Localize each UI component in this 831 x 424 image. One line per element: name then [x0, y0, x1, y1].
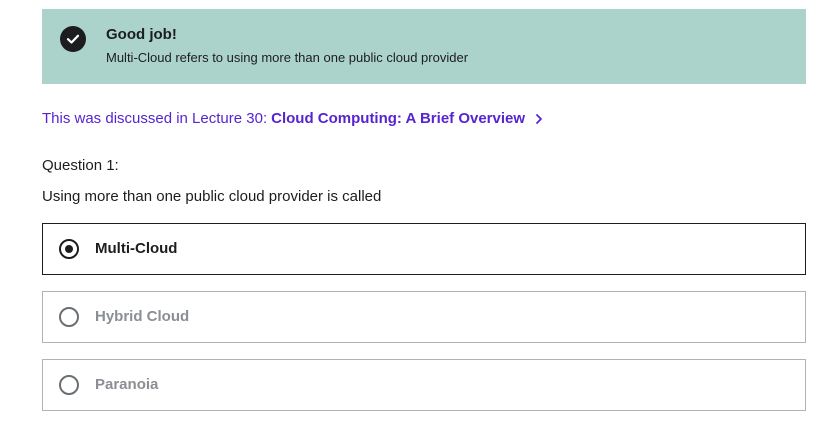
- chevron-right-icon[interactable]: [535, 113, 543, 125]
- feedback-title: Good job!: [106, 26, 177, 43]
- answer-option-multi-cloud[interactable]: Multi-Cloud: [42, 223, 806, 275]
- lecture-reference-prefix: This was discussed in Lecture 30:: [42, 110, 268, 127]
- radio-selected-icon[interactable]: [59, 239, 79, 259]
- question-number: Question 1:: [42, 157, 119, 174]
- radio-unselected-icon[interactable]: [59, 307, 79, 327]
- feedback-alert: Good job! Multi-Cloud refers to using mo…: [42, 9, 806, 84]
- quiz-result-page: Good job! Multi-Cloud refers to using mo…: [0, 0, 831, 424]
- answer-option-label: Hybrid Cloud: [95, 308, 190, 325]
- answer-option-label: Paranoia: [95, 376, 159, 393]
- check-circle-icon: [60, 26, 86, 52]
- lecture-reference-link[interactable]: This was discussed in Lecture 30: Cloud …: [42, 110, 543, 127]
- lecture-reference-title[interactable]: Cloud Computing: A Brief Overview: [271, 110, 525, 127]
- answer-option-paranoia[interactable]: Paranoia: [42, 359, 806, 411]
- radio-unselected-icon[interactable]: [59, 375, 79, 395]
- feedback-message: Multi-Cloud refers to using more than on…: [106, 50, 469, 65]
- answer-option-hybrid-cloud[interactable]: Hybrid Cloud: [42, 291, 806, 343]
- answer-option-label: Multi-Cloud: [95, 240, 178, 257]
- question-text: Using more than one public cloud provide…: [42, 188, 382, 205]
